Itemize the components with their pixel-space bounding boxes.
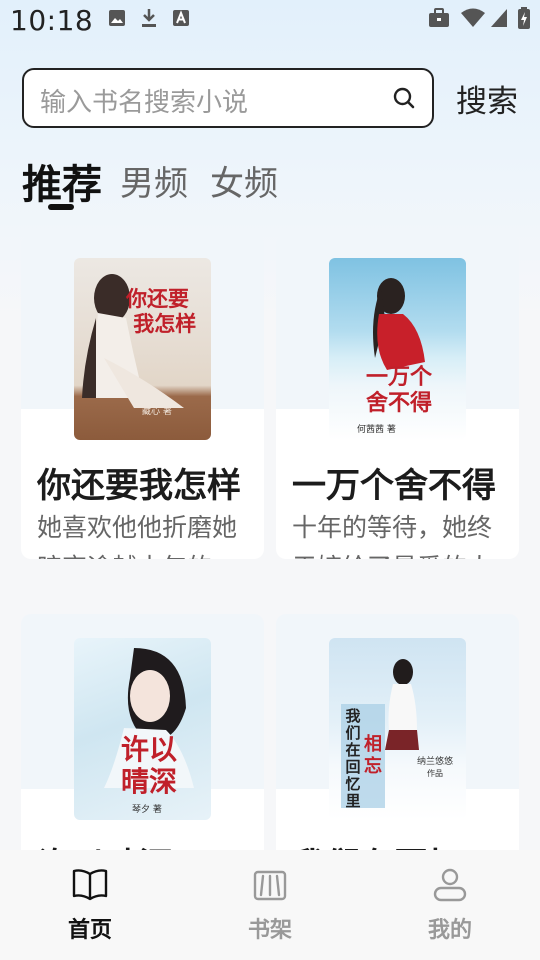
book-title[interactable]: 你还要我怎样 xyxy=(37,458,253,507)
font-a-icon xyxy=(172,8,190,28)
image-icon xyxy=(108,8,126,28)
cover-title-accent: 相忘 xyxy=(364,734,382,777)
cover-title: 许以 晴深 xyxy=(120,733,177,798)
nav-home-label: 首页 xyxy=(67,918,112,943)
cover-title: 我们在回忆里 xyxy=(345,707,361,810)
book-description: 十年的等待，她终于嫁给了最爱的人 xyxy=(292,513,493,559)
book-card[interactable]: 我们在回忆里 相忘 纳兰悠悠 作品 我们在回忆里相忘 xyxy=(276,614,519,850)
book-cover[interactable]: 一万个 舍不得 何茜茜 著 xyxy=(329,258,466,440)
book-card[interactable]: 你还要 我怎样 藏心 著 你还要我怎样 她喜欢他他折磨她暗恋逾越十年的时光 xyxy=(21,234,264,559)
nav-home[interactable]: 首页 xyxy=(50,868,130,944)
bookshelf-icon xyxy=(253,870,287,901)
search-input[interactable]: 输入书名搜索小说 xyxy=(22,68,434,128)
search-icon[interactable] xyxy=(392,86,416,110)
book-description: 她喜欢他他折磨她暗恋逾越十年的时光 xyxy=(37,513,238,559)
book-cover[interactable]: 你还要 我怎样 藏心 著 xyxy=(74,258,211,440)
book-card[interactable]: 许以晴深 琴夕 著 许以晴深 xyxy=(21,614,264,850)
tab-recommend[interactable]: 推荐 xyxy=(22,152,102,210)
nav-profile-label: 我的 xyxy=(427,918,472,943)
wifi-icon xyxy=(460,8,486,28)
open-book-icon xyxy=(72,869,108,901)
nav-bookshelf[interactable]: 书架 xyxy=(230,868,310,944)
cover-author-note: 作品 xyxy=(427,769,443,778)
book-feed[interactable]: 你还要 我怎样 藏心 著 你还要我怎样 她喜欢他他折磨她暗恋逾越十年的时光 一万… xyxy=(0,230,540,850)
status-bar: 10:18 xyxy=(0,0,540,44)
tab-indicator xyxy=(48,204,74,210)
nav-bookshelf-label: 书架 xyxy=(247,918,292,943)
book-title[interactable]: 一万个舍不得 xyxy=(292,458,508,507)
signal-icon xyxy=(490,8,508,28)
cover-author: 纳兰悠悠 xyxy=(417,757,454,767)
user-icon xyxy=(433,868,467,902)
download-icon xyxy=(140,8,158,28)
book-title[interactable]: 我们在回忆里相忘 xyxy=(292,838,508,850)
briefcase-icon xyxy=(428,8,450,28)
book-card[interactable]: 一万个舍不得 何茜茜 著 一万个舍不得 十年的等待，她终于嫁给了最爱的人 xyxy=(276,234,519,559)
book-cover[interactable]: 我们在回忆里 相忘 纳兰悠悠 作品 xyxy=(329,638,466,820)
book-cover[interactable]: 许以 晴深 琴夕 著 xyxy=(74,638,211,820)
cover-author: 何茜茜 著 xyxy=(357,425,396,435)
cover-title: 一万个 舍不得 xyxy=(365,364,432,416)
tab-female[interactable]: 女频 xyxy=(210,156,278,205)
bottom-nav: 首页 书架 我的 xyxy=(0,850,540,960)
battery-icon xyxy=(518,7,530,29)
nav-profile[interactable]: 我的 xyxy=(410,868,490,944)
search-button[interactable]: 搜索 xyxy=(456,76,518,121)
cover-title: 你还要 我怎样 xyxy=(126,286,197,336)
cover-author: 琴夕 著 xyxy=(132,805,162,815)
cover-author: 藏心 著 xyxy=(142,407,172,417)
status-time: 10:18 xyxy=(10,4,94,37)
search-placeholder: 输入书名搜索小说 xyxy=(40,88,249,118)
book-title[interactable]: 许以晴深 xyxy=(37,838,253,850)
tab-male[interactable]: 男频 xyxy=(120,156,188,205)
